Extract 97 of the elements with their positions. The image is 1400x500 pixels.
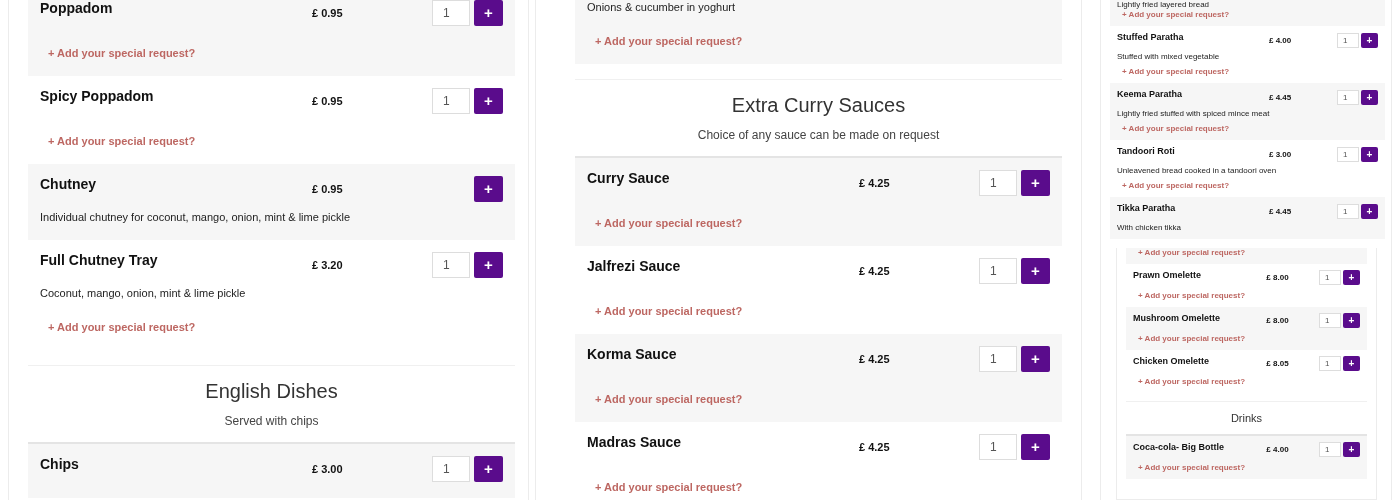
special-request-link[interactable]: + Add your special request? (595, 34, 743, 48)
special-request-link[interactable]: + Add your special request? (48, 320, 196, 334)
item-name: Chicken Omelette (1133, 355, 1210, 366)
item-price: £ 3.20 (312, 259, 343, 271)
add-button[interactable]: + (474, 88, 503, 114)
item-name: Madras Sauce (587, 434, 682, 450)
item-description: Coconut, mango, onion, mint & lime pickle (40, 286, 247, 300)
item-name: Korma Sauce (587, 346, 677, 362)
special-request-link[interactable]: + Add your special request? (1122, 181, 1230, 191)
section-title: Extra Curry Sauces (730, 93, 907, 118)
add-button[interactable]: + (1361, 32, 1378, 48)
item-name: Poppadom (40, 0, 113, 16)
item-price: £ 3.00 (312, 463, 343, 475)
add-button[interactable]: + (1343, 442, 1360, 457)
quantity-field[interactable]: 1 (1337, 203, 1359, 219)
item-price: £ 0.95 (312, 7, 343, 19)
quantity-field[interactable]: 1 (432, 456, 470, 482)
quantity-field[interactable]: 1 (1319, 442, 1341, 457)
add-button[interactable]: + (1021, 258, 1050, 284)
add-button[interactable]: + (1343, 356, 1360, 371)
item-price: £ 8.00 (1266, 273, 1289, 282)
item-name: Full Chutney Tray (40, 252, 158, 268)
item-description: Onions & cucumber in yoghurt (587, 0, 736, 14)
add-button[interactable]: + (1021, 170, 1050, 196)
special-request-link[interactable]: + Add your special request? (1138, 376, 1246, 387)
item-price: £ 0.95 (312, 183, 343, 195)
add-button[interactable]: + (1021, 346, 1050, 372)
item-price: £ 4.25 (859, 441, 890, 453)
item-price: £ 4.45 (1269, 92, 1292, 102)
quantity-field[interactable]: 1 (979, 346, 1017, 372)
special-request-link[interactable]: + Add your special request? (595, 480, 743, 494)
item-name: Stuffed Paratha (1117, 32, 1184, 42)
item-price: £ 3.00 (1269, 149, 1292, 159)
quantity-field[interactable]: 1 (1319, 313, 1341, 328)
quantity-field[interactable]: 1 (1319, 356, 1341, 371)
item-description: Unleavened bread cooked in a tandoori oven (1117, 166, 1278, 176)
special-request-link[interactable]: + Add your special request? (48, 134, 196, 148)
quantity-field[interactable]: 1 (432, 0, 470, 26)
item-price: £ 0.95 (312, 95, 343, 107)
item-name: Tandoori Roti (1117, 146, 1175, 156)
add-button[interactable]: + (1343, 313, 1360, 328)
item-description: With chicken tikka (1117, 223, 1183, 233)
item-price: £ 4.25 (859, 265, 890, 277)
special-request-link[interactable]: + Add your special request? (48, 46, 196, 60)
quantity-field[interactable]: 1 (979, 258, 1017, 284)
item-price: £ 8.05 (1266, 359, 1289, 368)
item-name: Mushroom Omelette (1133, 312, 1220, 323)
special-request-link[interactable]: + Add your special request? (1122, 124, 1230, 134)
add-button[interactable]: + (1361, 89, 1378, 105)
special-request-link[interactable]: + Add your special request? (595, 392, 743, 406)
item-name: Tikka Paratha (1117, 203, 1176, 213)
add-button[interactable]: + (1361, 146, 1378, 162)
section-subtitle: Choice of any sauce can be made on request (696, 128, 941, 142)
special-request-link[interactable]: + Add your special request? (1122, 10, 1230, 20)
item-price: £ 4.00 (1266, 445, 1289, 454)
add-button[interactable]: + (1021, 434, 1050, 460)
special-request-link[interactable]: + Add your special request? (1138, 247, 1246, 258)
add-button[interactable]: + (474, 0, 503, 26)
quantity-field[interactable]: 1 (1337, 146, 1359, 162)
special-request-link[interactable]: + Add your special request? (1138, 462, 1246, 473)
quantity-field[interactable]: 1 (979, 170, 1017, 196)
section-subtitle: Served with chips (223, 414, 320, 428)
special-request-link[interactable]: + Add your special request? (1138, 290, 1246, 301)
quantity-field[interactable]: 1 (1319, 270, 1341, 285)
quantity-field[interactable]: 1 (1337, 89, 1359, 105)
item-name: Keema Paratha (1117, 89, 1183, 99)
item-description: Lightly fried layered bread (1117, 0, 1211, 10)
quantity-field[interactable]: 1 (979, 434, 1017, 460)
quantity-field[interactable]: 1 (432, 88, 470, 114)
section-title: Drinks (1229, 410, 1264, 426)
item-name: Jalfrezi Sauce (587, 258, 681, 274)
item-name: Chips (40, 456, 79, 472)
item-price: £ 4.45 (1269, 206, 1292, 216)
special-request-link[interactable]: + Add your special request? (595, 304, 743, 318)
special-request-link[interactable]: + Add your special request? (595, 216, 743, 230)
item-description: Individual chutney for coconut, mango, onion, mint & lime pickle (40, 210, 351, 224)
item-price: £ 8.00 (1266, 316, 1289, 325)
item-description: Stuffed with mixed vegetable (1117, 52, 1221, 62)
section-title: English Dishes (204, 379, 339, 404)
quantity-field[interactable]: 1 (1337, 32, 1359, 48)
item-name: Coca-cola- Big Bottle (1133, 441, 1224, 452)
add-button[interactable]: + (474, 456, 503, 482)
special-request-link[interactable]: + Add your special request? (1122, 67, 1230, 77)
add-button[interactable]: + (1361, 203, 1378, 219)
add-button[interactable]: + (474, 252, 503, 278)
item-name: Prawn Omelette (1133, 269, 1202, 280)
add-button[interactable]: + (1343, 270, 1360, 285)
item-price: £ 4.25 (859, 177, 890, 189)
quantity-field[interactable]: 1 (432, 252, 470, 278)
add-button[interactable]: + (474, 176, 503, 202)
item-price: £ 4.25 (859, 353, 890, 365)
special-request-link[interactable]: + Add your special request? (1138, 333, 1246, 344)
item-name: Curry Sauce (587, 170, 670, 186)
item-description: Lightly fried stuffed with spiced mince meat (1117, 109, 1271, 119)
item-name: Chutney (40, 176, 96, 192)
item-price: £ 4.00 (1269, 35, 1292, 45)
item-name: Spicy Poppadom (40, 88, 154, 104)
